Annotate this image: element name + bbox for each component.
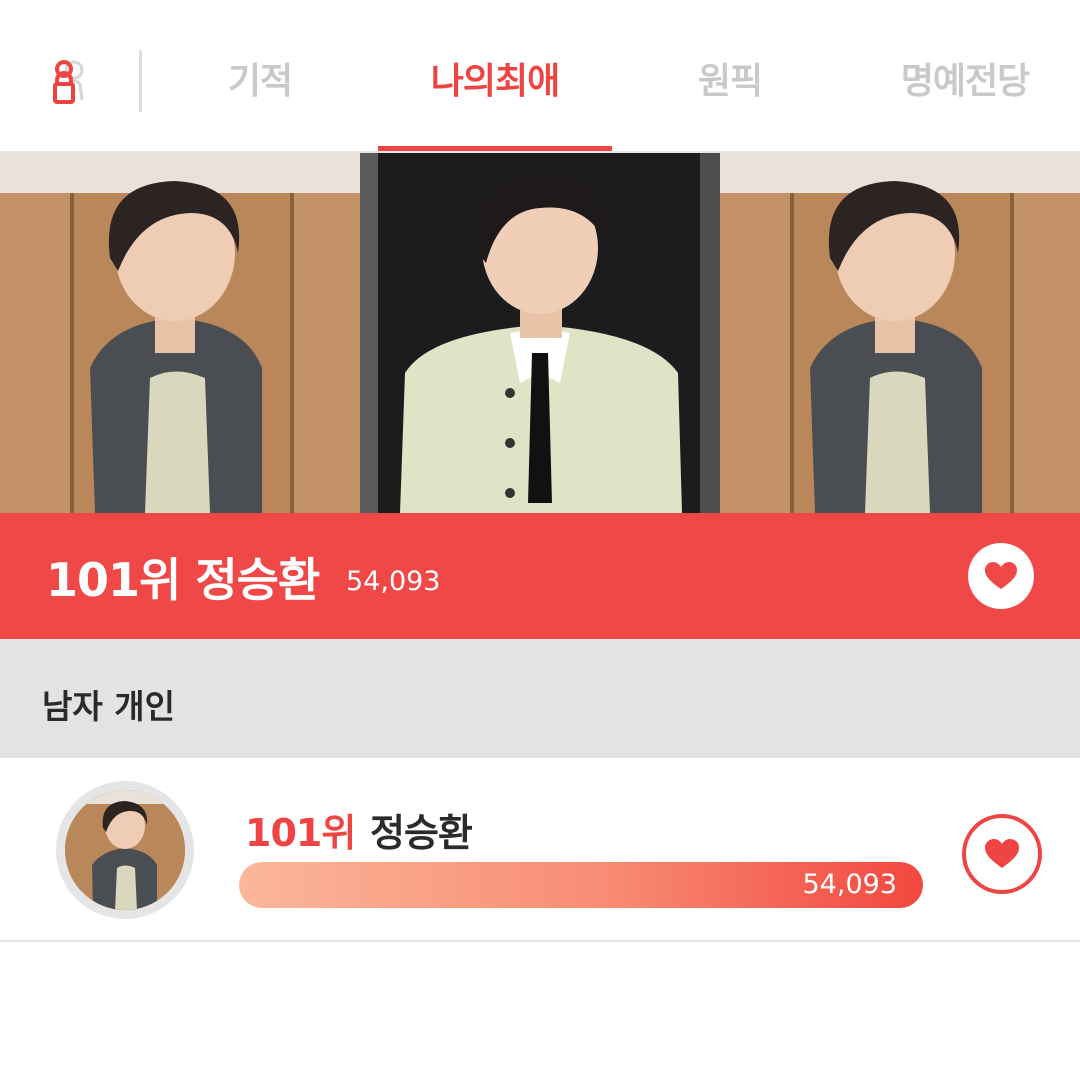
list-item-vote-button[interactable] <box>962 814 1042 894</box>
tab-hall-of-fame[interactable]: 명예전당 <box>880 56 1050 108</box>
tab-my-favorite[interactable]: 나의최애 <box>400 56 590 108</box>
artist-photo-banner <box>0 153 1080 513</box>
featured-vote-count: 54,093 <box>346 566 441 597</box>
artist-photo-leather-jacket <box>0 153 360 513</box>
tab-one-pick[interactable]: 원픽 <box>665 56 795 108</box>
list-item-name: 정승환 <box>370 811 473 855</box>
heart-icon <box>985 562 1017 589</box>
category-label: 남자 개인 <box>42 687 175 726</box>
person-pin-icon[interactable] <box>46 56 96 106</box>
featured-rank-title: 101위 정승환 <box>46 553 320 607</box>
list-item-vote-count: 54,093 <box>802 869 897 900</box>
top-navigation: 기적 나의최애 원픽 명예전당 <box>0 0 1080 153</box>
avatar[interactable] <box>65 790 185 910</box>
heart-icon <box>985 839 1019 868</box>
tab-miracle[interactable]: 기적 <box>200 56 320 108</box>
artist-photo-leather-jacket <box>720 153 1080 513</box>
list-item-rank: 101위 <box>245 811 356 855</box>
vote-progress-bar: 54,093 <box>239 862 923 908</box>
artist-photo-knit-cardigan <box>360 153 720 513</box>
nav-divider <box>139 50 142 112</box>
featured-vote-button[interactable] <box>968 543 1034 609</box>
